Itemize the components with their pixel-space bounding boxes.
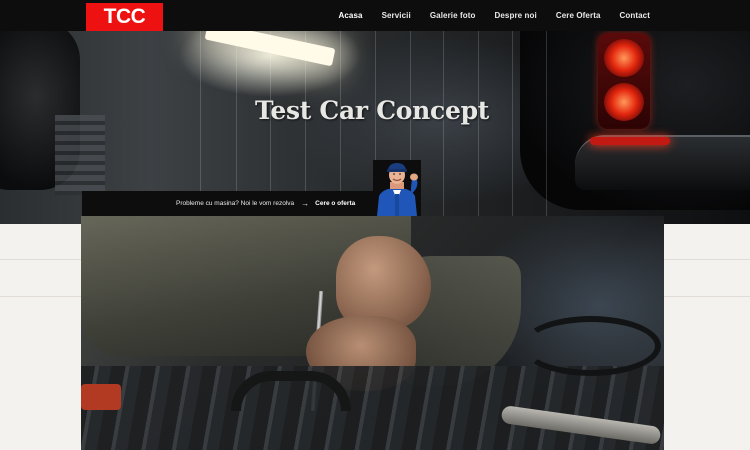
nav-item-galerie-foto[interactable]: Galerie foto — [430, 11, 476, 20]
arrow-right-icon: → — [301, 199, 310, 208]
hero-title: Test Car Concept — [254, 96, 490, 125]
site-logo[interactable]: TCC — [86, 3, 163, 31]
cta-request-offer-link[interactable]: Cere o oferta — [315, 200, 355, 207]
nav-item-cere-oferta[interactable]: Cere Oferta — [556, 11, 601, 20]
nav-item-despre-noi[interactable]: Despre noi — [494, 11, 536, 20]
hero-stripe — [443, 30, 444, 224]
cta-text: Probleme cu masina? Noi le vom rezolva — [176, 200, 295, 207]
photo-hose — [231, 371, 351, 411]
photo-cable — [521, 316, 661, 376]
mechanic-engine-photo — [81, 216, 664, 450]
nav-item-acasa[interactable]: Acasa — [338, 11, 362, 20]
nav-item-contact[interactable]: Contact — [620, 11, 650, 20]
top-navbar: TCC Acasa Servicii Galerie foto Despre n… — [0, 0, 750, 31]
photo-red-component — [81, 384, 121, 410]
mechanic-icon — [373, 160, 421, 216]
hero-stripe — [512, 30, 513, 224]
main-nav: Acasa Servicii Galerie foto Despre noi C… — [319, 0, 650, 31]
hero-light-reflection — [590, 137, 670, 145]
cta-bar: Probleme cu masina? Noi le vom rezolva →… — [82, 191, 373, 216]
hero-garage-shelf — [55, 115, 105, 195]
nav-item-servicii[interactable]: Servicii — [382, 11, 411, 20]
hero-stripe — [478, 30, 479, 224]
photo-engine-bay — [81, 366, 664, 450]
taillight-bulb — [604, 39, 644, 77]
hero-stripe — [546, 30, 547, 224]
